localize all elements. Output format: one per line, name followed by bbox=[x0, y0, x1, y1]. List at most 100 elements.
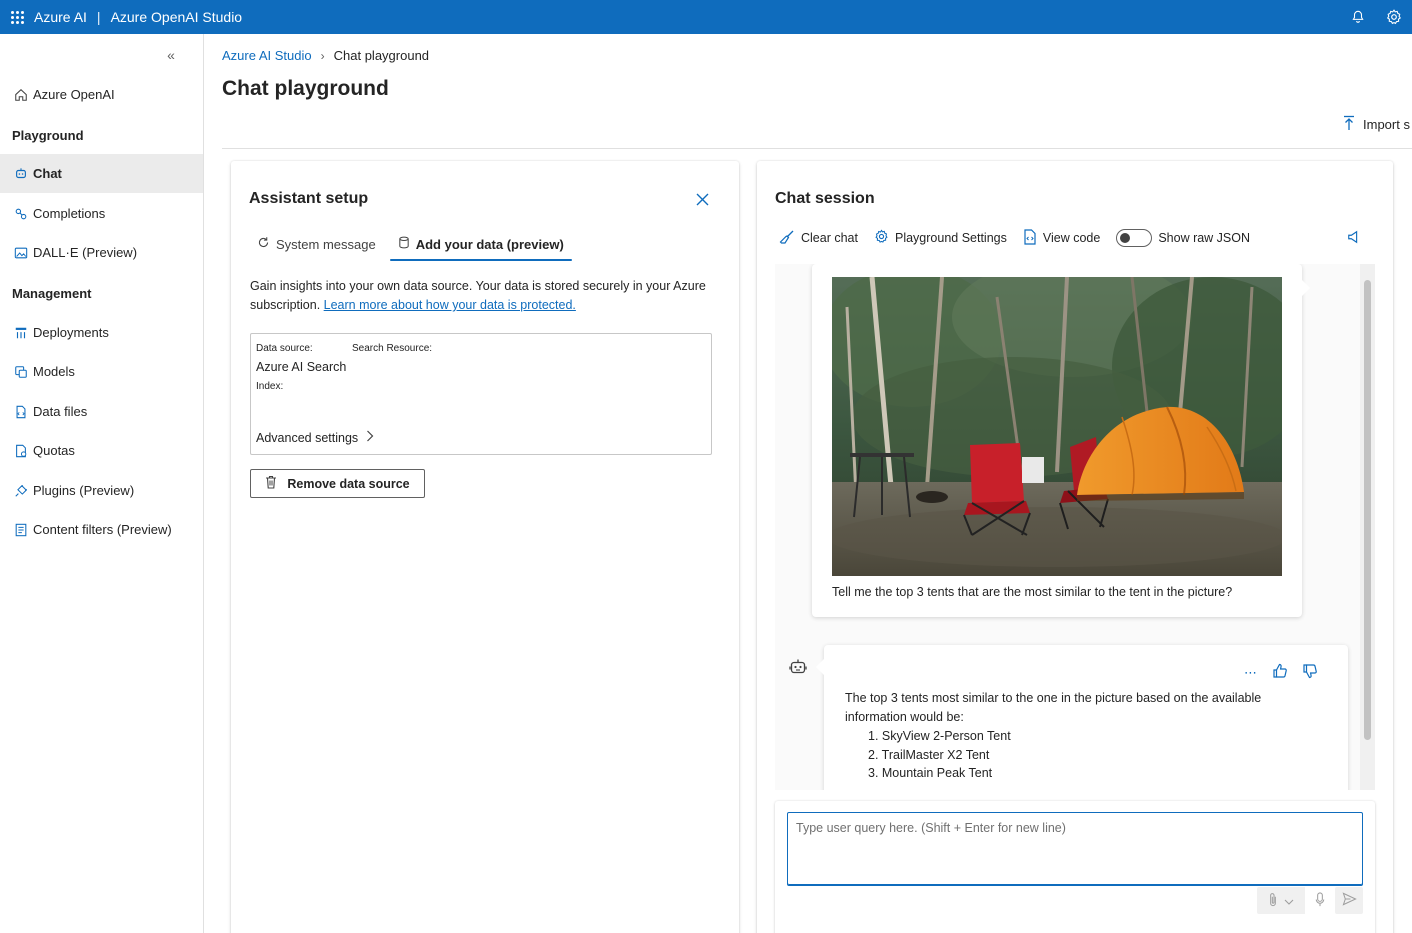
sidebar-item-label: Completions bbox=[33, 206, 106, 221]
data-source-label: Data source: bbox=[256, 343, 313, 354]
user-query-input[interactable] bbox=[787, 812, 1363, 886]
assistant-message: ⋯ The top 3 tents most similar to the on… bbox=[816, 645, 1348, 790]
sidebar-item-azure-openai[interactable]: Azure OpenAI bbox=[0, 75, 203, 114]
sidebar-item-data-files[interactable]: Data files bbox=[0, 392, 203, 431]
sidebar-item-content-filters[interactable]: Content filters (Preview) bbox=[0, 510, 203, 549]
app-launcher-icon[interactable] bbox=[0, 0, 34, 34]
product-name: Azure OpenAI Studio bbox=[110, 9, 243, 25]
chevron-right-icon: › bbox=[320, 48, 325, 63]
chat-history[interactable]: Tell me the top 3 tents that are the mos… bbox=[775, 264, 1375, 790]
breadcrumb-root-link[interactable]: Azure AI Studio bbox=[222, 48, 312, 63]
page-title: Chat playground bbox=[222, 77, 389, 100]
trash-icon bbox=[265, 475, 277, 492]
collapse-sidebar-icon[interactable]: « bbox=[162, 46, 180, 64]
gear-icon[interactable] bbox=[1376, 0, 1412, 34]
user-message: Tell me the top 3 tents that are the mos… bbox=[812, 264, 1310, 617]
thumbs-up-icon[interactable] bbox=[1272, 663, 1288, 682]
setup-tabs: System message Add your data (preview) bbox=[249, 229, 572, 261]
sidebar: « Azure OpenAI Playground Chat Completio… bbox=[0, 34, 204, 933]
breadcrumb-current: Chat playground bbox=[333, 48, 430, 63]
data-source-summary: Data source: Search Resource: Azure AI S… bbox=[250, 333, 712, 455]
remove-data-source-label: Remove data source bbox=[287, 476, 410, 491]
view-code-button[interactable]: View code bbox=[1023, 228, 1100, 248]
assistant-message-text: The top 3 tents most similar to the one … bbox=[845, 689, 1285, 783]
tent-list: 1. SkyView 2-Person Tent 2. TrailMaster … bbox=[845, 727, 1285, 783]
sidebar-item-label: Content filters (Preview) bbox=[33, 522, 172, 537]
data-protection-link[interactable]: Learn more about how your data is protec… bbox=[324, 298, 576, 312]
search-resource-label: Search Resource: bbox=[352, 343, 433, 354]
chat-toolbar: Clear chat Playground Settings View code… bbox=[779, 228, 1266, 248]
paperclip-icon bbox=[1268, 892, 1278, 910]
attach-button[interactable] bbox=[1257, 887, 1305, 914]
sidebar-item-models[interactable]: Models bbox=[0, 352, 203, 391]
thumbs-down-icon[interactable] bbox=[1302, 663, 1318, 682]
index-label: Index: bbox=[256, 381, 284, 392]
code-file-icon bbox=[1023, 228, 1037, 248]
microphone-button[interactable] bbox=[1305, 887, 1335, 914]
chat-session-title: Chat session bbox=[775, 190, 875, 207]
bell-icon[interactable] bbox=[1340, 0, 1376, 34]
sidebar-item-label: DALL·E (Preview) bbox=[33, 245, 138, 260]
content-filter-icon bbox=[13, 522, 29, 538]
sidebar-item-label: Azure OpenAI bbox=[33, 87, 115, 102]
microphone-icon bbox=[1315, 891, 1325, 910]
advanced-settings-link[interactable]: Advanced settings bbox=[256, 430, 374, 445]
management-heading: Management bbox=[12, 286, 92, 301]
sidebar-item-label: Deployments bbox=[33, 325, 109, 340]
sidebar-item-deployments[interactable]: Deployments bbox=[0, 313, 203, 352]
sidebar-item-chat[interactable]: Chat bbox=[0, 154, 203, 193]
more-options-icon[interactable]: ⋯ bbox=[1244, 665, 1258, 681]
assistant-setup-panel: Assistant setup System message Add your … bbox=[231, 161, 739, 933]
data-intro-text: Gain insights into your own data source.… bbox=[250, 277, 720, 315]
chevron-right-icon bbox=[366, 430, 374, 445]
clear-chat-label: Clear chat bbox=[801, 231, 858, 245]
sidebar-item-dalle[interactable]: DALL·E (Preview) bbox=[0, 233, 203, 272]
breadcrumb: Azure AI Studio › Chat playground bbox=[222, 48, 429, 63]
raw-json-switch[interactable]: Show raw JSON bbox=[1116, 229, 1250, 247]
import-label: Import s bbox=[1363, 117, 1410, 132]
data-source-value: Azure AI Search bbox=[256, 360, 347, 374]
chevron-down-icon bbox=[1284, 893, 1294, 908]
chat-icon bbox=[13, 166, 29, 182]
brand-separator: | bbox=[96, 9, 101, 25]
remove-data-source-button[interactable]: Remove data source bbox=[250, 469, 425, 498]
gear-icon bbox=[874, 229, 889, 247]
sidebar-item-label: Plugins (Preview) bbox=[33, 483, 135, 498]
header-divider bbox=[222, 148, 1412, 149]
quotas-icon bbox=[13, 443, 29, 459]
message-actions: ⋯ bbox=[1244, 663, 1318, 682]
playground-settings-button[interactable]: Playground Settings bbox=[874, 229, 1007, 247]
deployments-icon bbox=[13, 325, 29, 341]
send-icon bbox=[1342, 892, 1357, 909]
tab-label: System message bbox=[276, 236, 376, 252]
clear-chat-button[interactable]: Clear chat bbox=[779, 229, 858, 248]
top-bar: Azure AI | Azure OpenAI Studio bbox=[0, 0, 1412, 34]
sidebar-item-plugins[interactable]: Plugins (Preview) bbox=[0, 471, 203, 510]
sidebar-item-label: Models bbox=[33, 364, 75, 379]
send-button[interactable] bbox=[1335, 887, 1363, 914]
tab-add-your-data[interactable]: Add your data (preview) bbox=[389, 229, 572, 261]
assistant-intro: The top 3 tents most similar to the one … bbox=[845, 691, 1262, 724]
bot-avatar-icon bbox=[787, 656, 809, 678]
raw-json-toggle[interactable] bbox=[1116, 229, 1153, 247]
sidebar-item-completions[interactable]: Completions bbox=[0, 194, 203, 233]
uploaded-tent-photo bbox=[832, 277, 1282, 576]
broom-icon bbox=[779, 229, 795, 248]
import-button[interactable]: Import s bbox=[1342, 115, 1410, 134]
chat-scrollbar[interactable] bbox=[1360, 264, 1375, 790]
sidebar-item-quotas[interactable]: Quotas bbox=[0, 431, 203, 470]
raw-json-label: Show raw JSON bbox=[1158, 231, 1251, 245]
tab-system-message[interactable]: System message bbox=[249, 229, 384, 259]
speaker-icon[interactable] bbox=[1347, 230, 1361, 247]
chat-input-area bbox=[775, 801, 1375, 933]
advanced-settings-label: Advanced settings bbox=[256, 430, 359, 445]
sidebar-item-label: Data files bbox=[33, 404, 88, 419]
user-message-text: Tell me the top 3 tents that are the mos… bbox=[832, 585, 1233, 599]
models-icon bbox=[13, 364, 29, 380]
input-actions bbox=[1257, 887, 1363, 914]
close-icon[interactable] bbox=[692, 189, 712, 209]
assistant-setup-title: Assistant setup bbox=[249, 190, 369, 207]
brand[interactable]: Azure AI | Azure OpenAI Studio bbox=[34, 9, 242, 25]
brand-name: Azure AI bbox=[34, 9, 87, 25]
sidebar-item-label: Quotas bbox=[33, 443, 75, 458]
